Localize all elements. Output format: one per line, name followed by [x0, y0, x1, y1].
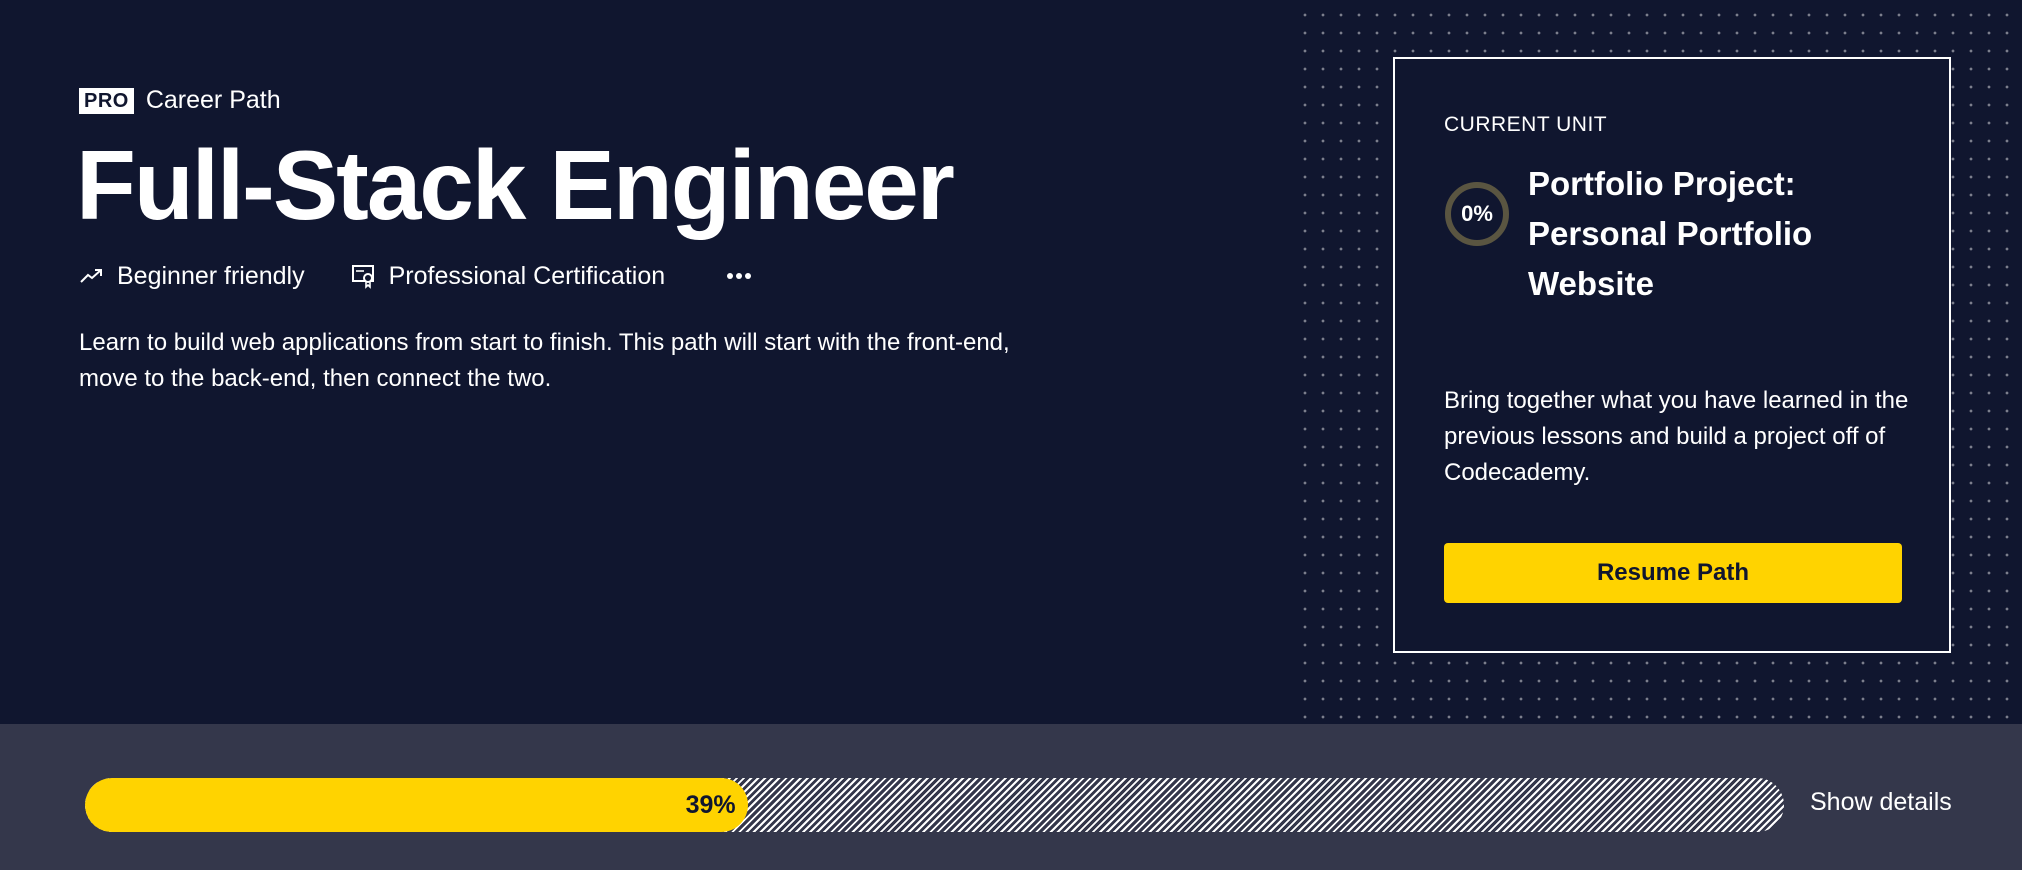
- path-meta: Beginner friendly Professional Certifica…: [79, 258, 753, 294]
- show-details-link[interactable]: Show details: [1810, 788, 1952, 817]
- current-unit-description: Bring together what you have learned in …: [1444, 387, 1909, 486]
- current-unit-kicker: CURRENT UNIT: [1444, 113, 1608, 136]
- eyebrow-label: Career Path: [145, 86, 281, 114]
- current-unit-card: CURRENT UNIT 0% Portfolio Project: Perso…: [1393, 57, 1951, 653]
- path-description: Learn to build web applications from sta…: [79, 329, 1010, 392]
- more-options-button[interactable]: [725, 267, 753, 285]
- path-progress-label: 39%: [685, 790, 736, 819]
- eyebrow: PRO Career Path: [79, 86, 281, 115]
- meta-difficulty-label: Beginner friendly: [117, 261, 305, 290]
- hero-section: PRO Career Path Full-Stack Engineer Begi…: [0, 0, 2022, 724]
- more-dots-icon: [727, 273, 734, 279]
- resume-path-button[interactable]: Resume Path: [1444, 543, 1902, 603]
- pro-badge: PRO: [79, 87, 134, 114]
- path-progress-bar: 39%: [85, 778, 1784, 832]
- certificate-icon: [351, 263, 377, 289]
- meta-certification: Professional Certification: [351, 261, 666, 291]
- path-progress-section: 39% Show details: [0, 724, 2022, 870]
- unit-progress-label: 0%: [1461, 201, 1493, 226]
- meta-certification-label: Professional Certification: [388, 261, 666, 290]
- meta-difficulty: Beginner friendly: [79, 262, 305, 291]
- path-progress-fill: 39%: [85, 778, 748, 832]
- trend-up-icon: [79, 266, 105, 286]
- page-title: Full-Stack Engineer: [76, 130, 955, 240]
- unit-progress-ring: 0%: [1444, 181, 1510, 247]
- current-unit-title: Portfolio Project: Personal Portfolio We…: [1528, 165, 1813, 302]
